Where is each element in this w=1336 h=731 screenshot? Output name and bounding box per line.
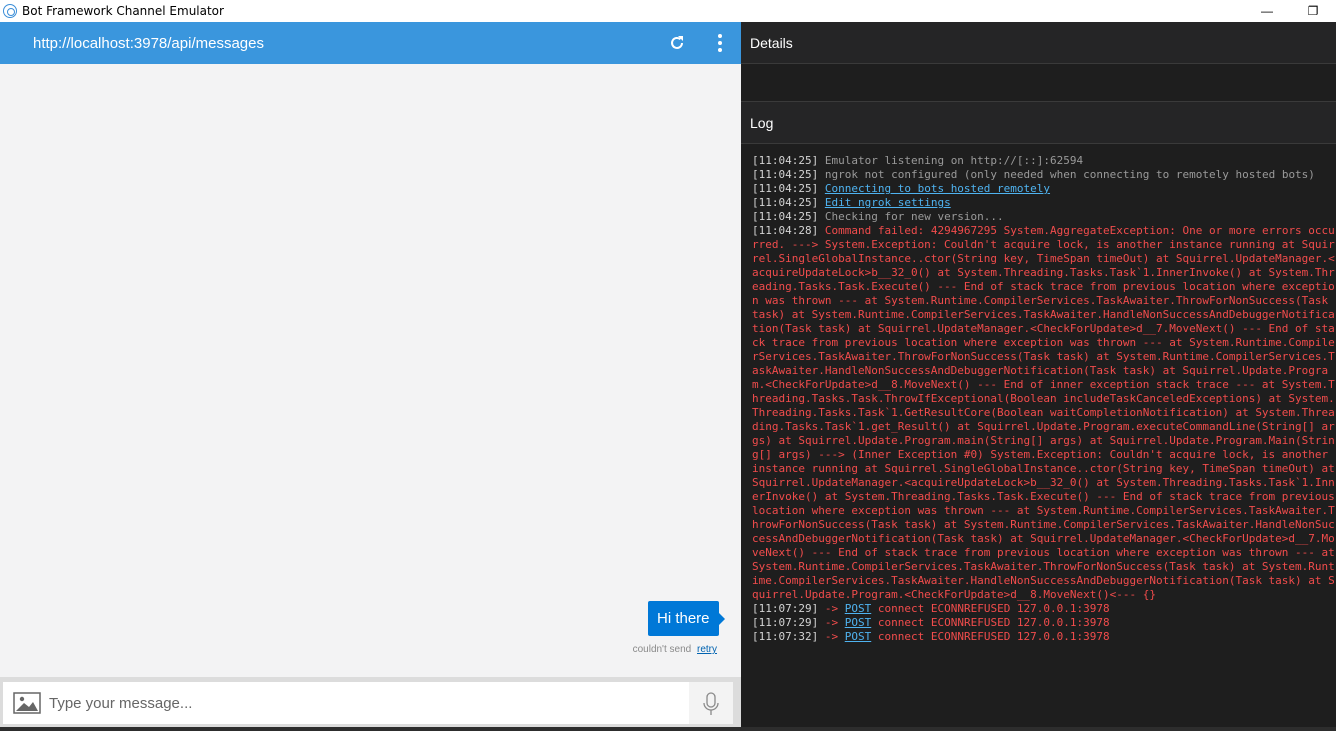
log-entry: [11:07:32] -> POST connect ECONNREFUSED … bbox=[752, 630, 1336, 644]
microphone-button[interactable] bbox=[689, 682, 733, 724]
log-post-link[interactable]: POST bbox=[845, 630, 872, 643]
message-input[interactable] bbox=[49, 682, 687, 724]
log-message: Checking for new version... bbox=[824, 210, 1004, 223]
refresh-icon[interactable] bbox=[667, 33, 687, 53]
log-arrow: -> bbox=[824, 602, 839, 615]
log-entry: [11:04:25] Connecting to bots hosted rem… bbox=[752, 182, 1336, 196]
log-message: connect ECONNREFUSED 127.0.0.1:3978 bbox=[877, 602, 1110, 615]
log-entry: [11:04:25] ngrok not configured (only ne… bbox=[752, 168, 1336, 182]
send-status: couldn't send retry bbox=[633, 644, 717, 655]
app-logo-icon bbox=[3, 4, 17, 18]
log-timestamp: [11:04:28] bbox=[752, 224, 819, 237]
restore-button[interactable]: ❐ bbox=[1290, 0, 1336, 22]
microphone-icon bbox=[703, 692, 719, 715]
log-message: connect ECONNREFUSED 127.0.0.1:3978 bbox=[877, 616, 1110, 629]
log-timestamp: [11:07:29] bbox=[752, 616, 819, 629]
message-list: Hi there couldn't send retry bbox=[0, 64, 741, 678]
input-container bbox=[3, 682, 733, 724]
log-message: Emulator listening on http://[::]:62594 bbox=[824, 154, 1084, 167]
log-panel: [11:04:25] Emulator listening on http://… bbox=[752, 154, 1336, 714]
log-entry: [11:04:25] Emulator listening on http://… bbox=[752, 154, 1336, 168]
log-entry: [11:07:29] -> POST connect ECONNREFUSED … bbox=[752, 616, 1336, 630]
log-timestamp: [11:04:25] bbox=[752, 168, 819, 181]
chat-header: http://localhost:3978/api/messages bbox=[0, 22, 741, 64]
log-message: ngrok not configured (only needed when c… bbox=[824, 168, 1315, 181]
chat-pane: http://localhost:3978/api/messages Hi th… bbox=[0, 22, 741, 731]
details-header: Details bbox=[741, 22, 1336, 64]
minimize-button[interactable]: — bbox=[1244, 0, 1290, 22]
inspector-pane: Details Log [11:04:25] Emulator listenin… bbox=[741, 22, 1336, 731]
endpoint-url[interactable]: http://localhost:3978/api/messages bbox=[33, 35, 264, 52]
log-entry: [11:04:28] Command failed: 4294967295 Sy… bbox=[752, 224, 1336, 602]
log-link[interactable]: Connecting to bots hosted remotely bbox=[825, 182, 1050, 195]
send-status-text: couldn't send bbox=[632, 644, 692, 655]
log-timestamp: [11:07:29] bbox=[752, 602, 819, 615]
image-upload-icon[interactable] bbox=[13, 691, 41, 715]
log-entry: [11:07:29] -> POST connect ECONNREFUSED … bbox=[752, 602, 1336, 616]
bottom-scrollbar bbox=[0, 727, 1336, 731]
log-link[interactable]: Edit ngrok settings bbox=[825, 196, 951, 209]
log-header: Log bbox=[741, 102, 1336, 144]
log-timestamp: [11:04:25] bbox=[752, 182, 819, 195]
input-bar bbox=[0, 677, 741, 731]
retry-link[interactable]: retry bbox=[697, 644, 717, 655]
log-timestamp: [11:04:25] bbox=[752, 210, 819, 223]
log-post-link[interactable]: POST bbox=[845, 616, 872, 629]
user-message-bubble[interactable]: Hi there bbox=[648, 601, 725, 636]
log-timestamp: [11:04:25] bbox=[752, 196, 819, 209]
log-timestamp: [11:07:32] bbox=[752, 630, 819, 643]
window-controls: — ❐ bbox=[1244, 0, 1336, 22]
log-message: connect ECONNREFUSED 127.0.0.1:3978 bbox=[877, 630, 1110, 643]
log-arrow: -> bbox=[824, 630, 839, 643]
log-entry: [11:04:25] Edit ngrok settings bbox=[752, 196, 1336, 210]
details-panel bbox=[741, 64, 1336, 102]
log-timestamp: [11:04:25] bbox=[752, 154, 819, 167]
window-title: Bot Framework Channel Emulator bbox=[22, 4, 224, 18]
more-options-icon[interactable] bbox=[710, 33, 730, 53]
log-arrow: -> bbox=[824, 616, 839, 629]
log-entry: [11:04:25] Checking for new version... bbox=[752, 210, 1336, 224]
log-error-message: Command failed: 4294967295 System.Aggreg… bbox=[752, 224, 1335, 601]
log-post-link[interactable]: POST bbox=[845, 602, 872, 615]
window-titlebar: Bot Framework Channel Emulator — ❐ bbox=[0, 0, 1336, 22]
